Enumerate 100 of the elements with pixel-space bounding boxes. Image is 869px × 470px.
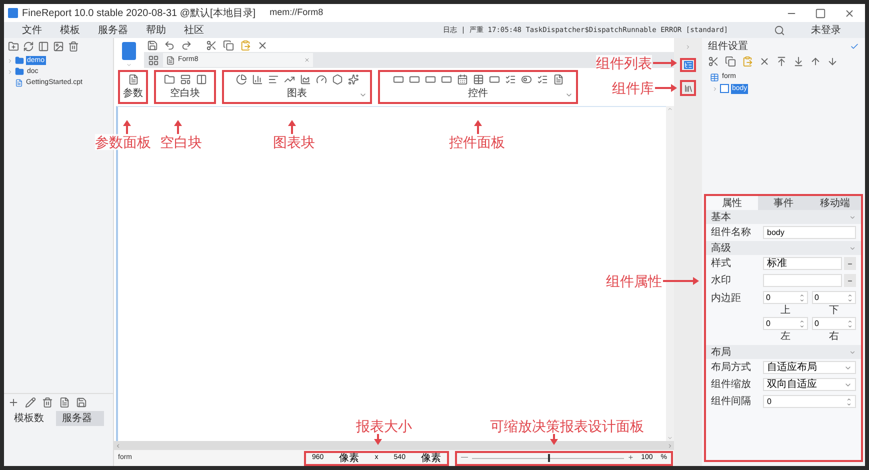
label-icon[interactable]: [488, 74, 500, 85]
expand-icon[interactable]: [359, 91, 367, 99]
property-tab[interactable]: 事件: [758, 196, 810, 210]
delete-icon[interactable]: [257, 40, 268, 50]
input-field[interactable]: 标准: [763, 257, 842, 270]
line-chart-icon[interactable]: [284, 74, 294, 85]
copy-icon[interactable]: [725, 56, 736, 66]
unit-label: 像素: [339, 452, 360, 466]
bar-list-icon[interactable]: [268, 74, 278, 85]
move-down-icon[interactable]: [827, 56, 838, 66]
save-icon[interactable]: [147, 40, 158, 50]
spinner-arrows-icon[interactable]: [847, 318, 853, 328]
password-field-icon[interactable]: [424, 74, 436, 85]
area-chart-icon[interactable]: [300, 74, 310, 85]
panel-tab[interactable]: 模板数: [8, 411, 56, 426]
move-top-icon[interactable]: [776, 56, 787, 66]
number-spinner[interactable]: 0: [763, 291, 808, 304]
check-icon[interactable]: [850, 42, 859, 50]
calendar-icon[interactable]: [456, 74, 468, 85]
spinner-arrows-icon[interactable]: [846, 396, 852, 406]
undo-icon[interactable]: [164, 40, 175, 50]
spinner-arrows-icon[interactable]: [798, 292, 804, 302]
widget-group-label: 图表: [287, 88, 307, 100]
redo-icon[interactable]: [181, 40, 192, 50]
delete-icon[interactable]: [42, 397, 53, 408]
number-spinner[interactable]: 0: [763, 395, 856, 408]
cut-icon[interactable]: [708, 56, 719, 66]
more-button[interactable]: [844, 257, 856, 270]
spinner-arrows-icon[interactable]: [847, 292, 853, 302]
login-link[interactable]: 未登录: [811, 22, 841, 38]
table-icon[interactable]: [472, 74, 484, 85]
spinner-arrows-icon[interactable]: [798, 318, 804, 328]
dropdown-field[interactable]: 自适应布局: [763, 361, 856, 374]
dash-icon[interactable]: [847, 260, 853, 266]
text-field-icon[interactable]: [392, 74, 404, 85]
add-icon[interactable]: [8, 397, 19, 408]
button-icon[interactable]: [440, 74, 452, 85]
image-icon[interactable]: [53, 41, 64, 52]
search-icon[interactable]: [774, 24, 785, 36]
checklist-icon[interactable]: [504, 74, 516, 85]
restore-icon[interactable]: [815, 8, 826, 18]
cut-icon[interactable]: [206, 40, 217, 50]
move-bottom-icon[interactable]: [793, 56, 804, 66]
annotation-arrow: [174, 120, 182, 134]
annotation-label: 控件面板: [449, 134, 505, 150]
number-field-icon[interactable]: [408, 74, 420, 85]
list-icon[interactable]: [536, 74, 548, 85]
refresh-icon[interactable]: [23, 41, 34, 52]
widget-group-label: 空白块: [170, 88, 200, 100]
property-label: 组件名称: [711, 226, 752, 240]
close-icon[interactable]: [304, 57, 310, 63]
property-label: 组件缩放: [711, 378, 752, 392]
number-spinner[interactable]: 0: [763, 317, 808, 330]
delete-icon[interactable]: [759, 56, 770, 66]
section-header[interactable]: 布局: [706, 345, 861, 359]
grid-icon[interactable]: [148, 54, 159, 66]
number-spinner[interactable]: 0: [812, 317, 856, 330]
bar-chart-icon[interactable]: [252, 74, 262, 85]
close-icon[interactable]: [844, 8, 855, 18]
pie-chart-icon[interactable]: [236, 74, 246, 85]
library-icon[interactable]: [684, 84, 692, 92]
panel-icon[interactable]: [38, 41, 49, 52]
gauge-icon[interactable]: [316, 74, 326, 85]
document-icon[interactable]: [59, 397, 70, 408]
toggle-icon[interactable]: [520, 74, 532, 85]
file-icon[interactable]: [552, 74, 564, 85]
parameter-icon[interactable]: [128, 74, 138, 85]
number-spinner[interactable]: 0: [812, 291, 856, 304]
zoom-in-button[interactable]: +: [628, 452, 634, 464]
list-icon[interactable]: [684, 61, 692, 69]
section-header[interactable]: 高级: [706, 241, 861, 255]
edit-icon[interactable]: [25, 397, 36, 408]
component-list-button[interactable]: [680, 58, 696, 72]
delete-icon[interactable]: [68, 41, 79, 52]
hexagon-icon[interactable]: [332, 74, 342, 85]
annotation-label: 组件列表: [596, 55, 652, 71]
property-tab[interactable]: 移动端: [809, 196, 861, 210]
panel-tab[interactable]: 服务器: [56, 411, 104, 426]
menu-item[interactable]: 社区: [184, 22, 204, 38]
folder-icon[interactable]: [164, 74, 174, 85]
dash-icon[interactable]: [847, 278, 853, 284]
save-icon[interactable]: [76, 397, 87, 408]
move-up-icon[interactable]: [810, 56, 821, 66]
menu-item[interactable]: 文件: [22, 22, 42, 38]
more-button[interactable]: [844, 274, 856, 287]
menu-item[interactable]: 模板: [60, 22, 80, 38]
expand-icon[interactable]: [565, 91, 573, 99]
scatter-icon[interactable]: [348, 74, 358, 85]
dropdown-field[interactable]: 双向自适应: [763, 378, 856, 391]
zoom-slider-thumb[interactable]: [548, 454, 550, 462]
section-header[interactable]: 基本: [706, 210, 861, 224]
columns-icon[interactable]: [196, 74, 206, 85]
input-field[interactable]: body: [763, 226, 856, 239]
input-field[interactable]: [763, 274, 842, 287]
new-folder-icon[interactable]: [8, 41, 19, 52]
copy-icon[interactable]: [223, 40, 234, 50]
menu-item[interactable]: 服务器: [98, 22, 128, 38]
layout-icon[interactable]: [180, 74, 190, 85]
menu-item[interactable]: 帮助: [146, 22, 166, 38]
component-library-button[interactable]: [680, 80, 696, 96]
